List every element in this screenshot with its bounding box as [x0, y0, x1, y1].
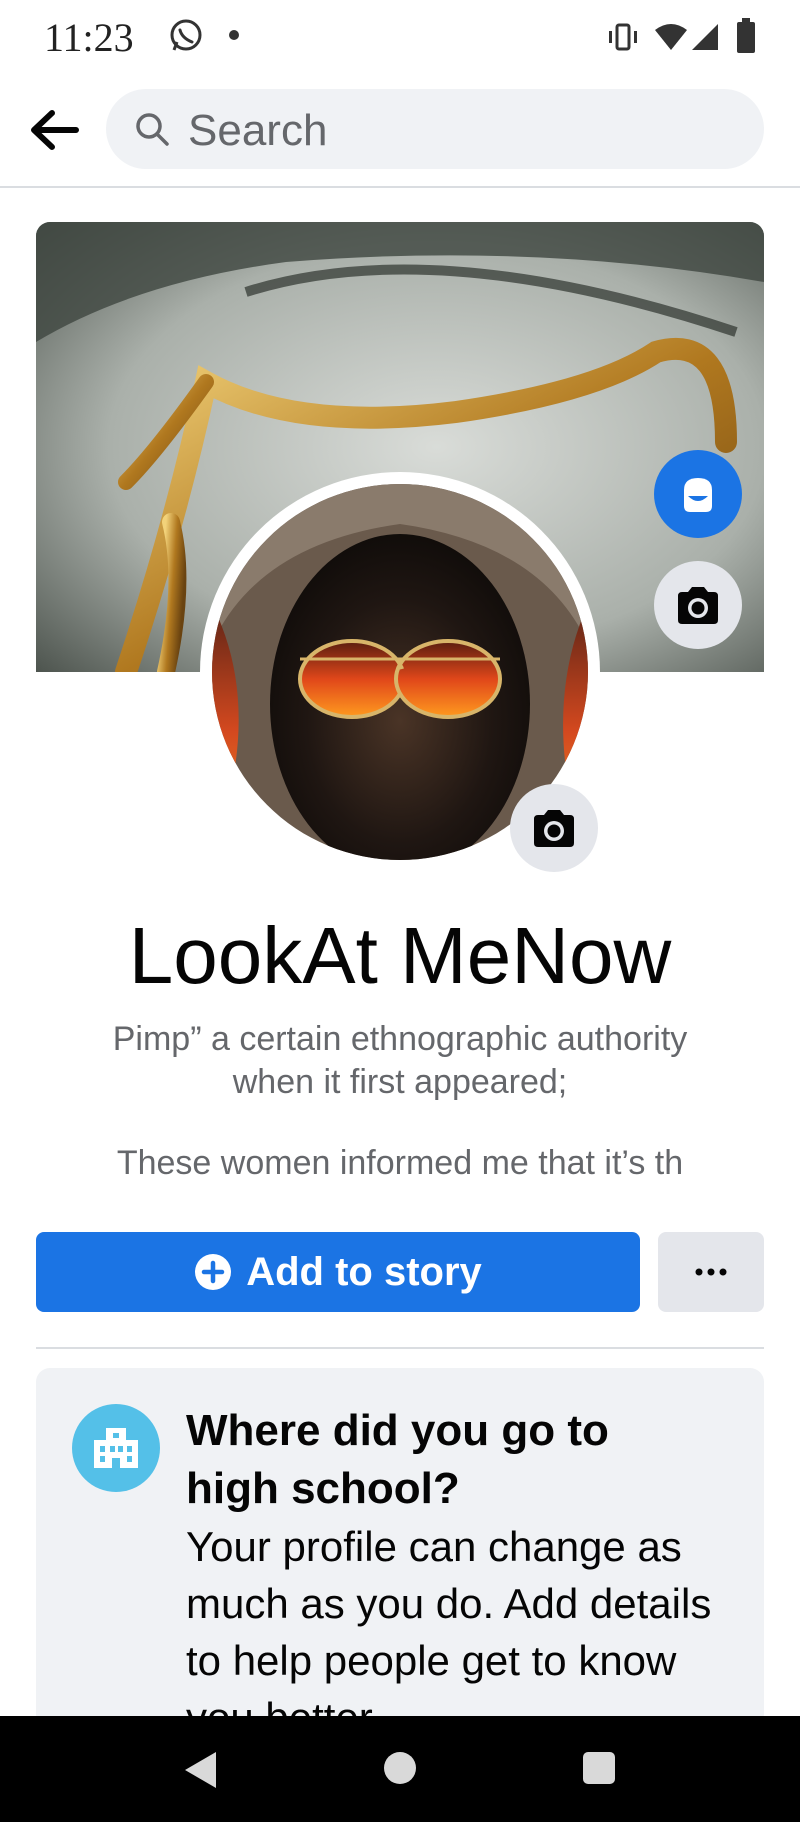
wifi-icon — [655, 24, 687, 50]
search-placeholder: Search — [188, 106, 328, 155]
cell-signal-icon — [692, 24, 718, 50]
bio-line: Pimp” a certain ethnographic authority — [112, 1020, 688, 1058]
card-title: Where did you go to high school? — [186, 1402, 726, 1518]
card-title-line: Where did you go to — [186, 1406, 609, 1455]
avatar-icon — [684, 478, 712, 512]
card-description-line: much as you do. Add details — [186, 1580, 712, 1627]
card-title-line: high school? — [186, 1464, 460, 1513]
add-to-story-button[interactable]: Add to story — [36, 1232, 640, 1312]
notification-dot — [229, 30, 239, 40]
top-nav-bar: Search — [0, 72, 800, 188]
add-to-story-label: Add to story — [246, 1249, 482, 1294]
vibrate-icon — [609, 23, 637, 51]
avatar-button[interactable] — [654, 450, 742, 538]
arrow-left-icon — [31, 110, 79, 150]
camera-icon — [678, 587, 718, 624]
school-icon — [72, 1404, 160, 1492]
system-nav-bar — [0, 1716, 800, 1822]
whatsapp-icon — [170, 19, 202, 51]
nav-recents-icon[interactable] — [583, 1752, 615, 1784]
card-description: Your profile can change as much as you d… — [186, 1518, 746, 1728]
card-description-line: to help people get to know — [186, 1637, 677, 1684]
cover-camera-button[interactable] — [654, 561, 742, 649]
profile-name: LookAt MeNow — [128, 911, 672, 1000]
back-button[interactable] — [24, 100, 84, 160]
bio-line: when it first appeared; — [232, 1063, 568, 1101]
card-description-line: Your profile can change as — [186, 1523, 682, 1570]
building-icon — [94, 1428, 138, 1468]
battery-icon — [737, 18, 755, 53]
status-time: 11:23 — [44, 15, 134, 60]
more-options-button[interactable] — [658, 1232, 764, 1312]
divider — [36, 1347, 764, 1349]
high-school-prompt-card[interactable]: Where did you go to high school? Your pr… — [36, 1368, 764, 1728]
plus-circle-icon — [195, 1254, 232, 1290]
status-bar: 11:23 — [0, 0, 800, 72]
profile-camera-button[interactable] — [510, 784, 598, 872]
search-input[interactable]: Search — [106, 89, 764, 169]
bio-line: These women informed me that it’s th — [116, 1144, 684, 1182]
search-icon — [136, 113, 169, 146]
nav-home-icon[interactable] — [384, 1752, 416, 1784]
camera-icon — [534, 810, 574, 847]
profile-bio: Pimp” a certain ethnographic authority w… — [60, 1018, 740, 1104]
nav-back-icon[interactable] — [182, 1750, 218, 1790]
more-dots-icon — [695, 1268, 727, 1276]
